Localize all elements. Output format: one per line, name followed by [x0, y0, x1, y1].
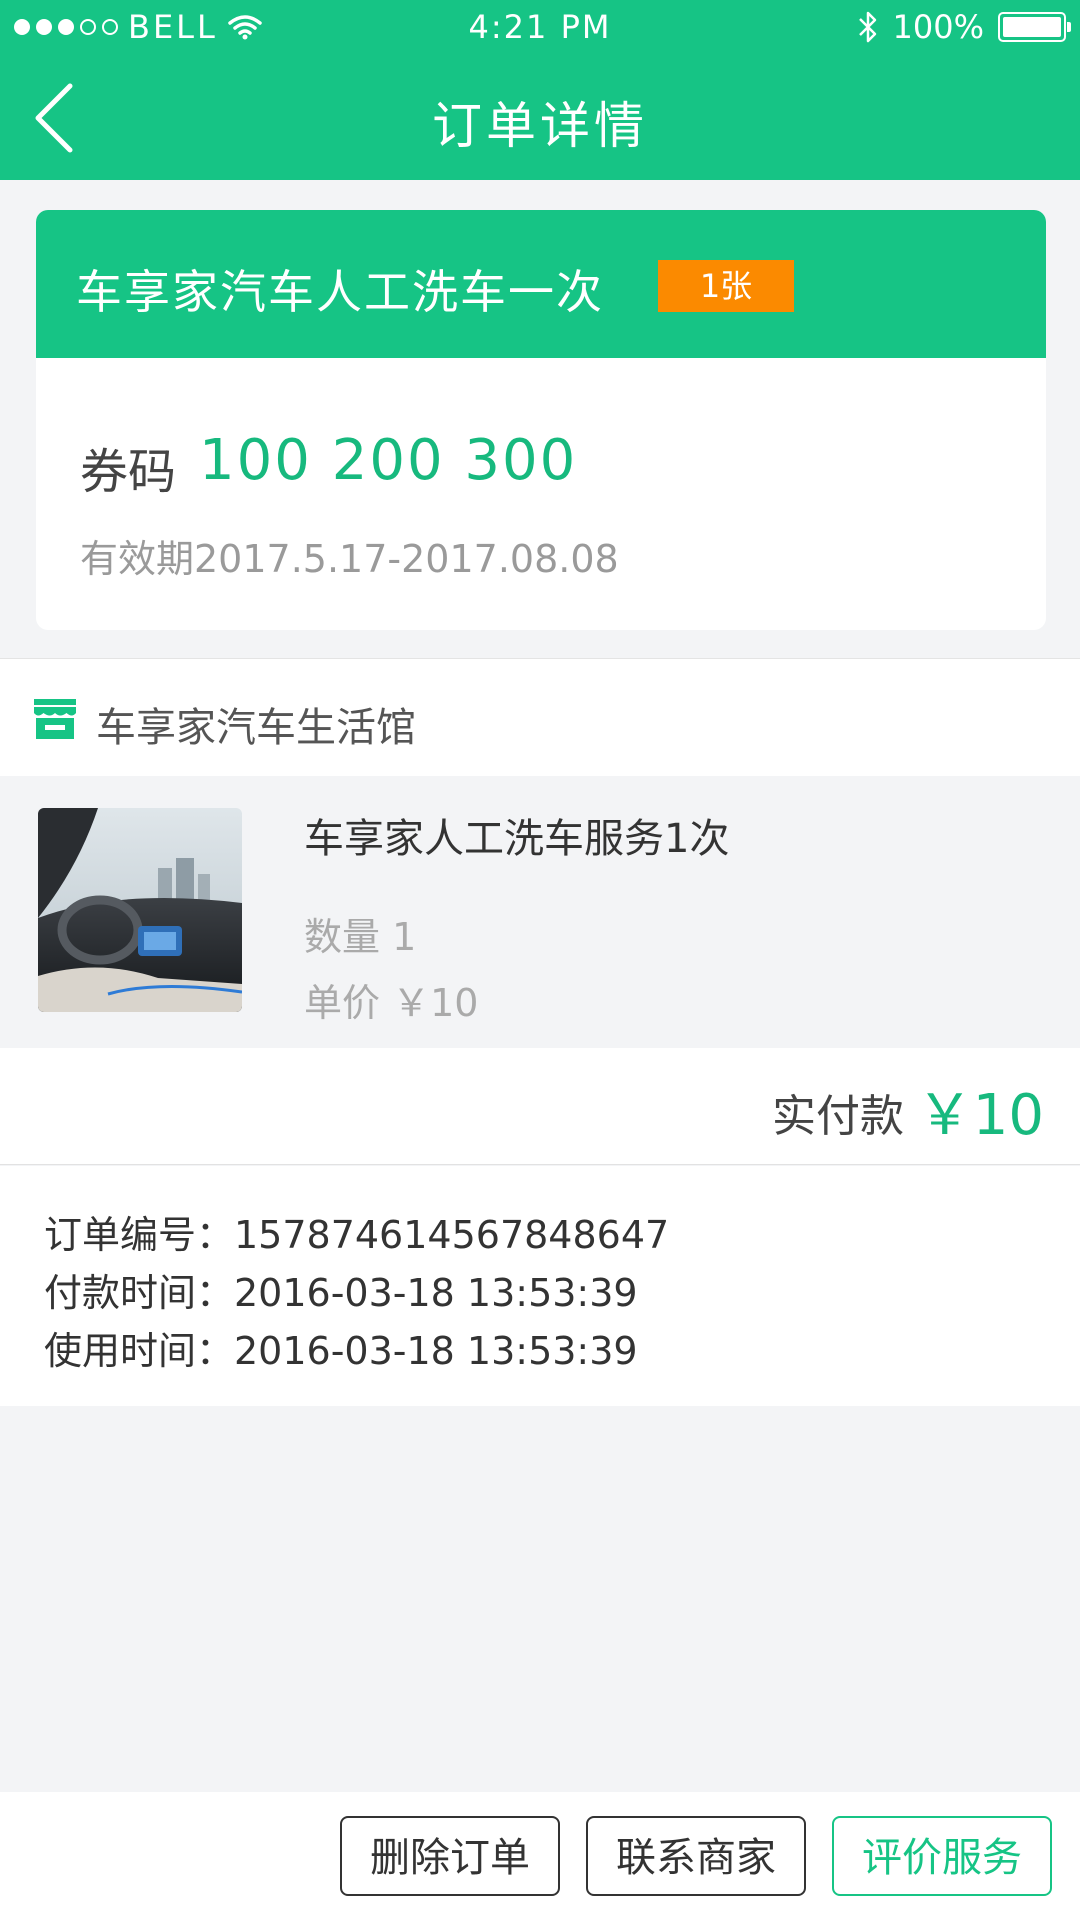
use-time: 使用时间：2016-03-18 13:53:39: [44, 1329, 638, 1373]
voucher-count-badge: 1张: [658, 260, 794, 312]
voucher-header: 车享家汽车人工洗车一次 1张: [36, 210, 1046, 358]
status-bar: BELL 4:21 PM 100%: [0, 0, 1080, 54]
voucher-code: 100 200 300: [199, 428, 578, 493]
battery-icon: [998, 12, 1071, 42]
paid-amount: ￥10: [916, 1083, 1044, 1148]
app-header: BELL 4:21 PM 100% 订单详情: [0, 0, 1080, 180]
paid-label: 实付款: [772, 1091, 904, 1142]
payment-time: 付款时间：2016-03-18 13:53:39: [44, 1271, 638, 1315]
voucher-validity: 有效期2017.5.17-2017.08.08: [80, 537, 619, 581]
order-number: 订单编号：157874614567848647: [44, 1213, 670, 1257]
product-item[interactable]: 车享家人工洗车服务1次 数量 1 单价 ￥10: [0, 776, 1080, 1048]
store-icon: [34, 699, 76, 739]
bluetooth-icon: [858, 11, 876, 43]
battery-percent: 100%: [892, 8, 984, 46]
contact-merchant-button[interactable]: 联系商家: [586, 1816, 806, 1896]
delete-order-button[interactable]: 删除订单: [340, 1816, 560, 1896]
payment-summary: 实付款 ￥10: [0, 1048, 1080, 1165]
shop-name: 车享家汽车生活馆: [96, 705, 416, 751]
product-quantity: 数量 1: [304, 915, 417, 959]
order-info: 订单编号：157874614567848647 付款时间：2016-03-18 …: [0, 1166, 1080, 1406]
voucher-title: 车享家汽车人工洗车一次: [76, 265, 604, 319]
product-unit-price: 单价 ￥10: [304, 981, 479, 1025]
product-name: 车享家人工洗车服务1次: [304, 816, 730, 862]
page-title: 订单详情: [432, 97, 648, 155]
voucher-code-label: 券码: [80, 444, 177, 500]
action-bar: 删除订单 联系商家 评价服务: [0, 1792, 1080, 1920]
shop-row[interactable]: 车享家汽车生活馆: [0, 658, 1080, 777]
product-image: [38, 808, 242, 1012]
review-service-button[interactable]: 评价服务: [832, 1816, 1052, 1896]
status-right: 100%: [857, 8, 1071, 46]
voucher-card: 车享家汽车人工洗车一次 1张 券码 100 200 300 有效期2017.5.…: [36, 210, 1046, 630]
